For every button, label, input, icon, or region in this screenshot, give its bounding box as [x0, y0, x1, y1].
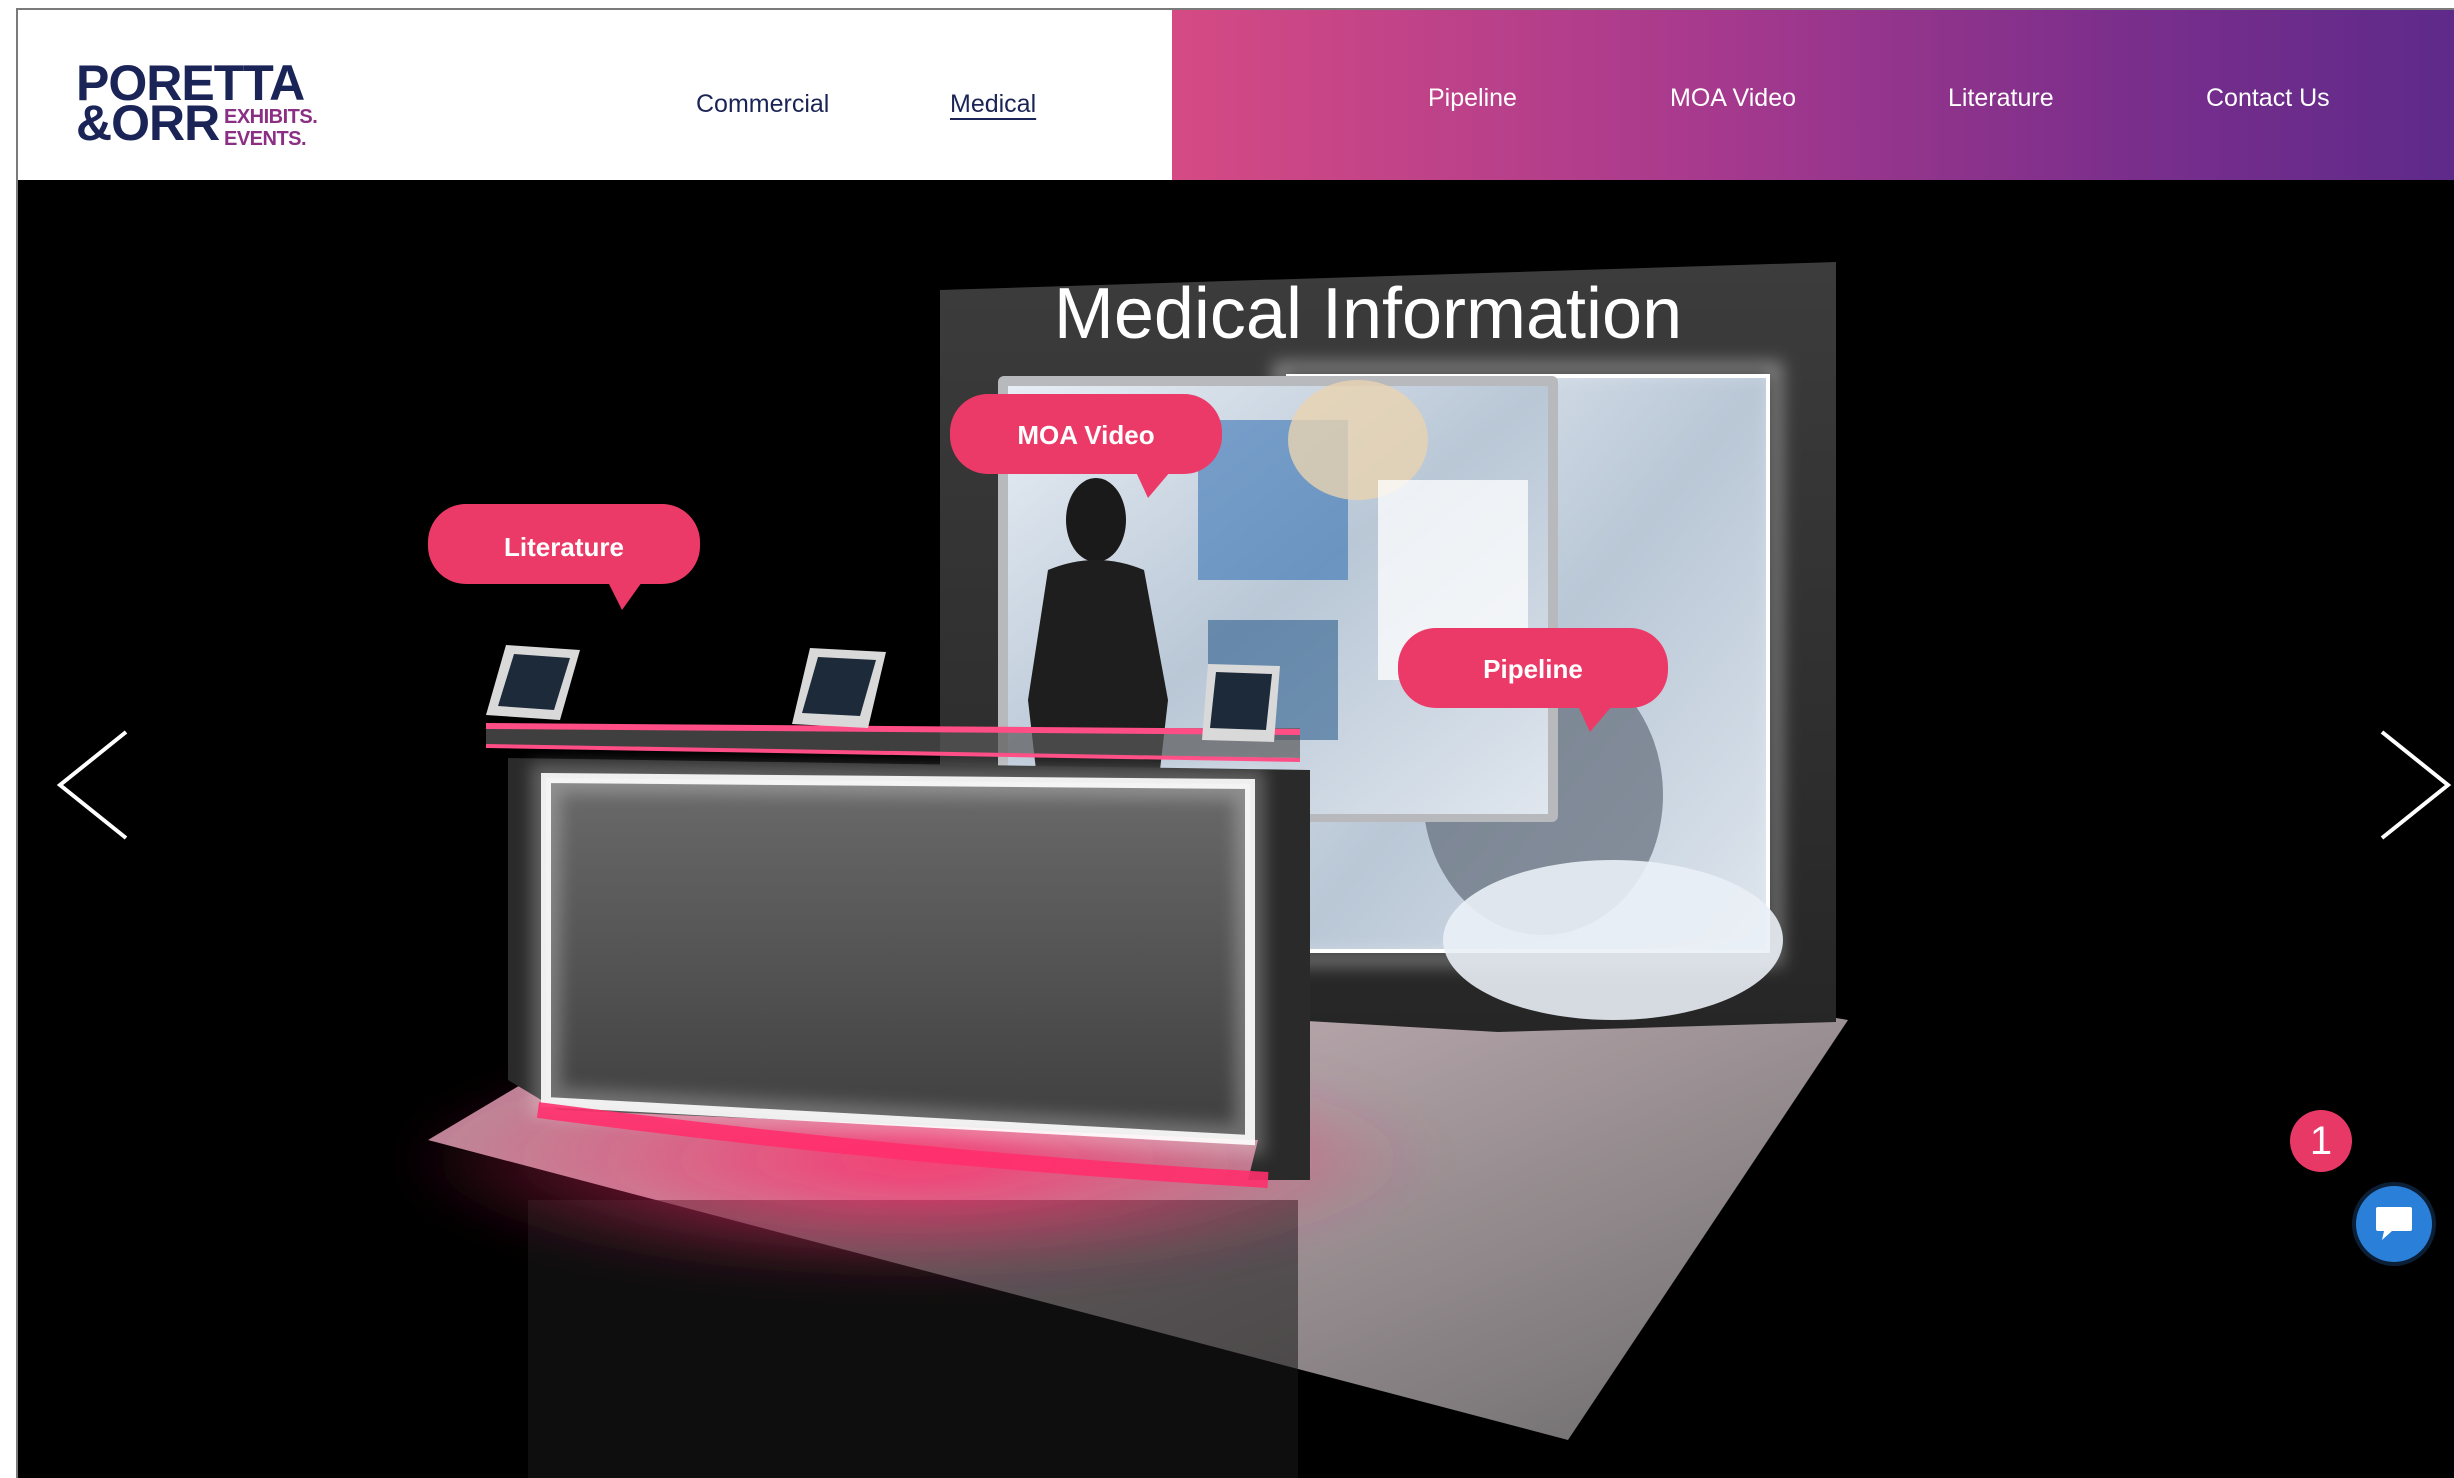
- tablet-left: [486, 645, 580, 720]
- booth-render: Medical Information MOA Video Literature…: [398, 262, 1848, 1478]
- hotspot-literature[interactable]: Literature: [428, 504, 700, 610]
- nav-literature[interactable]: Literature: [1948, 84, 2054, 113]
- page-frame: PORETTA &ORR EXHIBITS. EVENTS. Commercia…: [16, 8, 2454, 1478]
- nav-commercial[interactable]: Commercial: [696, 90, 829, 119]
- nav-moa-video[interactable]: MOA Video: [1670, 84, 1796, 113]
- logo-tag2: EVENTS.: [224, 128, 307, 150]
- chat-button[interactable]: [2356, 1186, 2432, 1262]
- poretta-orr-logo[interactable]: PORETTA &ORR EXHIBITS. EVENTS.: [76, 58, 346, 150]
- booth-wall-title: Medical Information: [1054, 274, 1682, 354]
- booth-stage: Medical Information MOA Video Literature…: [18, 180, 2454, 1478]
- logo-tag1: EXHIBITS.: [224, 106, 318, 128]
- hotspot-pipeline-label: Pipeline: [1483, 654, 1583, 684]
- nav-pipeline[interactable]: Pipeline: [1428, 84, 1517, 113]
- site-header: PORETTA &ORR EXHIBITS. EVENTS. Commercia…: [18, 10, 2454, 180]
- logo-line2: &ORR: [76, 95, 220, 151]
- booth-counter: [546, 778, 1250, 1140]
- prev-arrow-icon[interactable]: [54, 728, 134, 842]
- chat-bubble-icon: [2376, 1207, 2412, 1240]
- next-arrow-icon[interactable]: [2374, 728, 2454, 842]
- hotspot-moa-video-label: MOA Video: [1017, 420, 1154, 450]
- nav-medical[interactable]: Medical: [950, 90, 1036, 119]
- chat-notification-badge: 1: [2290, 1110, 2352, 1172]
- hotspot-literature-label: Literature: [504, 532, 624, 562]
- tablet-right: [1202, 664, 1280, 742]
- tablet-middle: [792, 648, 886, 728]
- nav-contact-us[interactable]: Contact Us: [2206, 84, 2330, 113]
- nav-gradient-bar: Pipeline MOA Video Literature Contact Us: [1172, 10, 2454, 180]
